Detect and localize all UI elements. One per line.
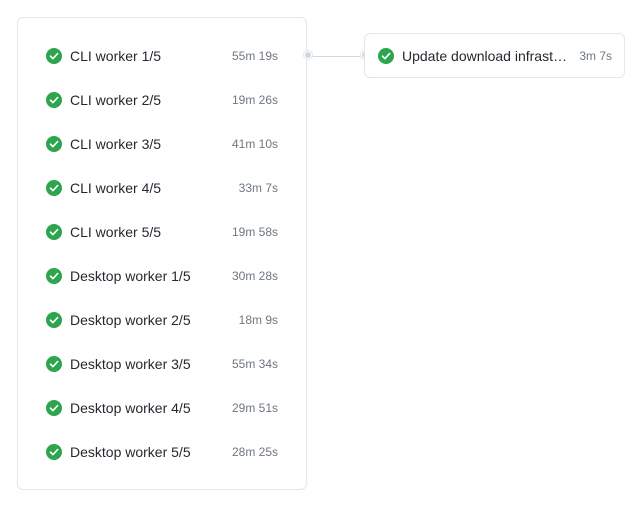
job-name: CLI worker 1/5 [70,48,162,64]
job-row[interactable]: Desktop worker 5/5 28m 25s [18,430,306,474]
job-name: Desktop worker 2/5 [70,312,191,328]
connector-dot-start [304,51,312,59]
job-duration: 18m 9s [238,313,278,327]
job-name: Desktop worker 4/5 [70,400,191,416]
job-duration: 19m 26s [231,93,278,107]
check-circle-icon [46,268,62,284]
job-name: CLI worker 3/5 [70,136,162,152]
job-name: Desktop worker 3/5 [70,356,191,372]
dependency-connector-line [313,56,365,57]
check-circle-icon [378,47,394,64]
job-duration: 3m 7s [579,48,612,63]
check-circle-icon [46,224,62,240]
job-name: Desktop worker 1/5 [70,268,191,284]
job-list: CLI worker 1/5 55m 19s CLI worker 2/5 19… [18,34,306,474]
job-row[interactable]: CLI worker 1/5 55m 19s [18,34,306,78]
downstream-job-card[interactable]: Update download infrastr… 3m 7s [364,33,625,78]
job-duration: 55m 19s [231,49,278,63]
matrix-job-group: CLI worker 1/5 55m 19s CLI worker 2/5 19… [17,17,307,490]
check-circle-icon [46,400,62,416]
check-circle-icon [46,136,62,152]
job-row[interactable]: Desktop worker 3/5 55m 34s [18,342,306,386]
check-circle-icon [46,312,62,328]
job-row[interactable]: Desktop worker 2/5 18m 9s [18,298,306,342]
job-name: Update download infrastr… [402,47,572,64]
job-duration: 29m 51s [231,401,278,415]
job-duration: 28m 25s [231,445,278,459]
check-circle-icon [46,356,62,372]
job-row[interactable]: Desktop worker 4/5 29m 51s [18,386,306,430]
job-name: CLI worker 4/5 [70,180,162,196]
job-row[interactable]: CLI worker 5/5 19m 58s [18,210,306,254]
job-duration: 33m 7s [238,181,278,195]
job-name: CLI worker 5/5 [70,224,162,240]
check-circle-icon [46,92,62,108]
job-duration: 55m 34s [231,357,278,371]
job-row[interactable]: CLI worker 2/5 19m 26s [18,78,306,122]
job-row[interactable]: CLI worker 4/5 33m 7s [18,166,306,210]
job-name: Desktop worker 5/5 [70,444,191,460]
check-circle-icon [46,180,62,196]
check-circle-icon [46,48,62,64]
check-circle-icon [46,444,62,460]
job-name: CLI worker 2/5 [70,92,162,108]
job-row[interactable]: CLI worker 3/5 41m 10s [18,122,306,166]
job-row[interactable]: Desktop worker 1/5 30m 28s [18,254,306,298]
job-duration: 41m 10s [231,137,278,151]
job-duration: 19m 58s [231,225,278,239]
job-duration: 30m 28s [231,269,278,283]
